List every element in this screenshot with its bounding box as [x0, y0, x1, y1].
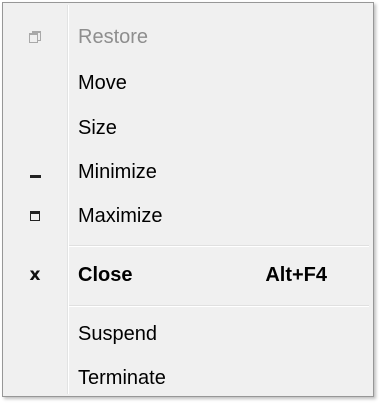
menu-item-label: Move [78, 71, 127, 94]
menu-item-label: Maximize [78, 204, 163, 227]
menu-item-label: Minimize [78, 160, 157, 183]
menu-item-close[interactable]: x Close Alt+F4 [5, 255, 371, 295]
menu-item-label: Terminate [78, 366, 166, 389]
restore-icon [5, 31, 65, 43]
menu-item-shortcut: Alt+F4 [265, 263, 327, 286]
maximize-icon [5, 211, 65, 221]
window-system-menu: Restore Move Size Minimize Maximize x Cl… [2, 2, 374, 397]
menu-separator [69, 305, 369, 307]
menu-item-label: Size [78, 116, 117, 139]
close-icon: x [29, 264, 41, 285]
menu-item-minimize[interactable]: Minimize [5, 152, 371, 192]
menu-item-terminate[interactable]: Terminate [5, 358, 371, 398]
menu-item-label: Suspend [78, 322, 157, 345]
menu-item-maximize[interactable]: Maximize [5, 196, 371, 236]
menu-item-suspend[interactable]: Suspend [5, 314, 371, 354]
menu-item-restore[interactable]: Restore [5, 17, 371, 57]
menu-item-move[interactable]: Move [5, 63, 371, 103]
menu-item-label: Restore [78, 25, 149, 48]
minimize-icon [5, 167, 65, 178]
menu-separator [69, 245, 369, 247]
menu-item-label: Close [78, 263, 133, 286]
menu-item-size[interactable]: Size [5, 108, 371, 148]
